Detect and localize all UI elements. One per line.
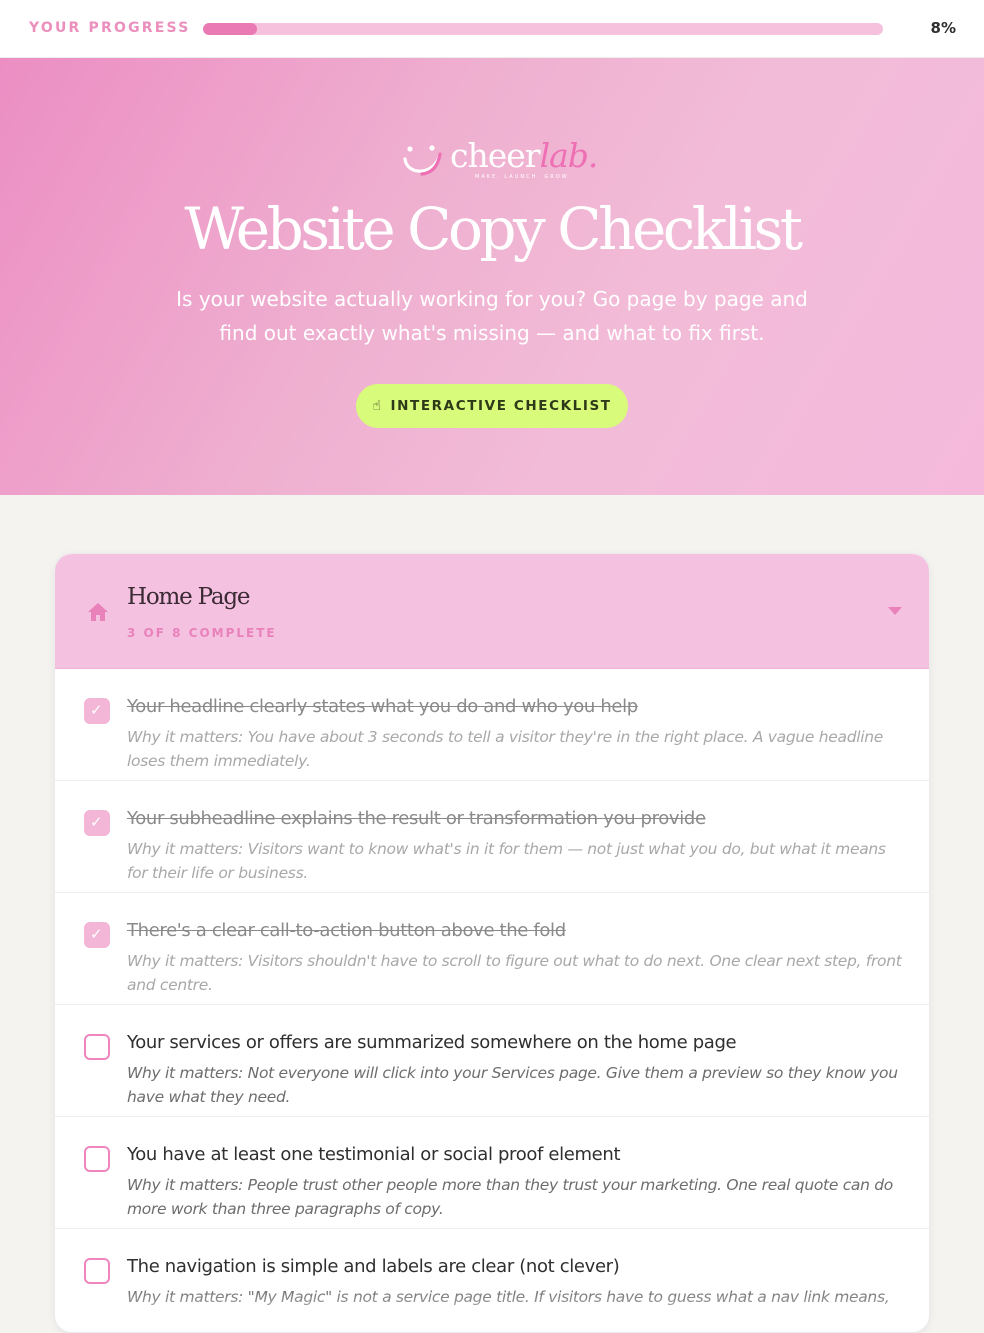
checkbox[interactable] [84,1034,110,1060]
checklist-item-why: Why it matters: People trust other peopl… [127,1176,893,1218]
checklist-item-why: Why it matters: Not everyone will click … [127,1064,898,1106]
home-page-section: Home Page 3 OF 8 COMPLETE ✓ Your headline… [54,553,930,1333]
checkbox[interactable]: ✓ [84,698,110,724]
logo-wordmark: cheerlab. [450,136,598,175]
checklist-item-title: Your headline clearly states what you do… [127,696,638,717]
interactive-checklist-label: INTERACTIVE CHECKLIST [390,398,612,414]
interactive-checklist-button[interactable]: ☝ INTERACTIVE CHECKLIST [356,384,628,428]
checklist-item-why: Why it matters: Visitors want to know wh… [127,840,886,882]
checklist-item-why: Why it matters: You have about 3 seconds… [127,728,884,770]
progress-header: YOUR PROGRESS 8% [0,0,984,58]
checklist-item-title: Your services or offers are summarized s… [127,1032,737,1053]
checklist-item-why: Why it matters: Visitors shouldn't have … [127,952,902,994]
checkmark-icon: ✓ [90,813,103,831]
checkmark-icon: ✓ [90,925,103,943]
smile-logo-icon [403,145,442,176]
checklist-item[interactable]: ✓ Your headline clearly states what you d… [55,669,929,781]
chevron-down-icon[interactable] [887,606,903,616]
cheerlab-logo: cheerlab. MAKE. LAUNCH. GROW [400,136,598,186]
checklist-item-title: There's a clear call-to-action button ab… [127,920,566,941]
section-progress-count: 3 OF 8 COMPLETE [127,626,277,640]
checklist-item-title: Your subheadline explains the result or … [127,808,706,829]
progress-track [203,23,883,35]
checkbox[interactable] [84,1146,110,1172]
page-title: Website Copy Checklist [184,195,803,263]
progress-percent: 8% [930,19,956,37]
checklist-item-title: You have at least one testimonial or soc… [127,1144,621,1165]
pointer-hand-icon: ☝ [372,398,383,414]
checkbox[interactable] [84,1258,110,1284]
checkmark-icon: ✓ [90,701,103,719]
section-title: Home Page [127,584,251,610]
progress-label: YOUR PROGRESS [29,20,191,36]
checklist-item[interactable]: ✓ There's a clear call-to-action button a… [55,893,929,1005]
logo-tagline: MAKE. LAUNCH. GROW [475,174,569,180]
checklist-item[interactable]: ✓ Your subheadline explains the result or… [55,781,929,893]
page-subtitle: Is your website actually working for you… [176,287,808,345]
progress-fill [203,23,258,35]
checklist-item[interactable]: Your services or offers are summarized s… [55,1005,929,1117]
hero-banner: cheerlab. MAKE. LAUNCH. GROW Website Cop… [0,58,984,495]
home-icon [88,603,108,621]
checklist-item-title: The navigation is simple and labels are … [127,1256,620,1277]
checkbox[interactable]: ✓ [84,810,110,836]
section-header[interactable]: Home Page 3 OF 8 COMPLETE [55,554,929,669]
checkbox[interactable]: ✓ [84,922,110,948]
checklist-item[interactable]: You have at least one testimonial or soc… [55,1117,929,1229]
